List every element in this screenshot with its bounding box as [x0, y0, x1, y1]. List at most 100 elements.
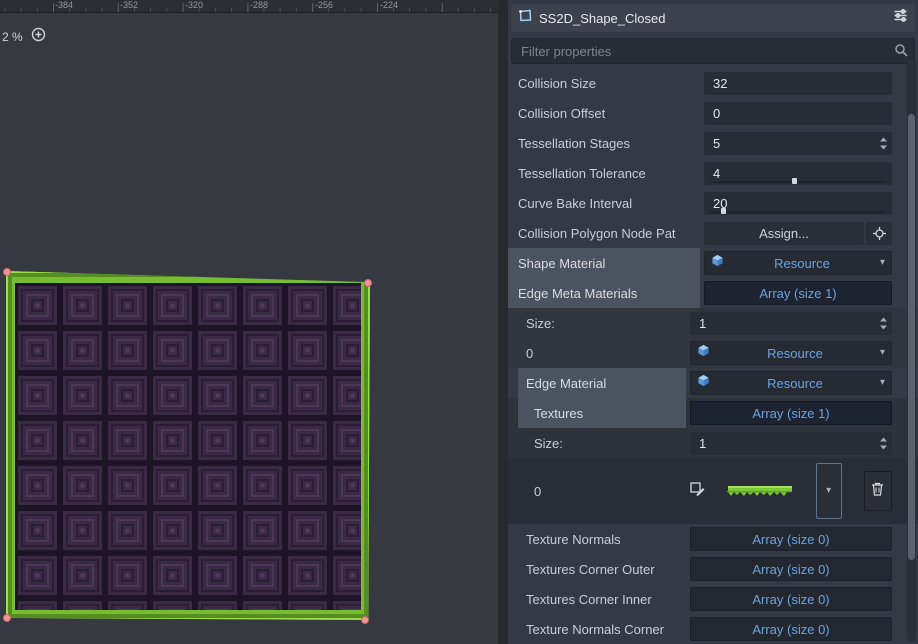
array-element-resource-dropdown[interactable]: Resource ▾ [690, 341, 892, 365]
grass-texture-thumbnail[interactable] [727, 485, 793, 498]
slider-track [710, 211, 886, 213]
ss2d-shape[interactable] [6, 271, 370, 620]
ruler-tick-label: -288 [250, 0, 268, 10]
tessellation-tolerance-slider[interactable]: 4 [704, 162, 892, 185]
property-row: Textures Corner Inner Array (size 0) [508, 584, 918, 614]
property-row: Texture Normals Corner Array (size 0) [508, 614, 918, 644]
slider-grabber[interactable] [792, 178, 797, 184]
property-row: Curve Bake Interval 20 [508, 188, 918, 218]
canvas-viewport[interactable]: -384 -352 -320 -288 -256 -224 2 % [0, 0, 498, 644]
inspector-object-title: SS2D_Shape_Closed [539, 11, 887, 26]
property-label: Curve Bake Interval [518, 196, 700, 211]
ruler-major-ticks [0, 3, 498, 12]
inspector-scrollbar-thumb[interactable] [908, 114, 915, 560]
property-label: Tessellation Stages [518, 136, 700, 151]
chevron-down-icon: ▾ [826, 486, 831, 496]
shape-handle-bottom-left[interactable] [3, 614, 11, 622]
ruler-tick-label: -352 [120, 0, 138, 10]
edit-resource-icon[interactable] [690, 481, 705, 501]
collision-offset-field[interactable]: 0 [704, 102, 892, 125]
property-label: Shape Material [508, 248, 700, 278]
zoom-percent[interactable]: 2 % [2, 30, 23, 44]
property-label: Collision Offset [518, 106, 700, 121]
filter-properties-input[interactable] [511, 38, 915, 64]
property-label: Textures Corner Inner [518, 592, 686, 607]
texture-normals-corner-array-button[interactable]: Array (size 0) [690, 617, 892, 641]
inspector-panel: SS2D_Shape_Closed Collision Size 32 Coll… [508, 0, 918, 644]
resource-label: Resource [715, 376, 875, 391]
godot-editor: -384 -352 -320 -288 -256 -224 2 % [0, 0, 918, 644]
slider-track [710, 181, 886, 183]
node-icon [518, 8, 533, 28]
ruler-tick-label: -320 [185, 0, 203, 10]
shape-handle-top-left[interactable] [3, 268, 11, 276]
chevron-down-icon: ▾ [880, 258, 885, 268]
field-value: 5 [713, 136, 720, 151]
edge-meta-materials-array-button[interactable]: Array (size 1) [704, 281, 892, 305]
pick-node-icon[interactable] [866, 222, 892, 245]
field-value: 4 [713, 166, 720, 181]
texture-element-row: 0 ▾ [508, 458, 918, 524]
chevron-down-icon: ▾ [880, 378, 885, 388]
shape-handle-top-right[interactable] [364, 279, 372, 287]
tessellation-stages-spinner[interactable]: 5 [704, 132, 892, 155]
textures-corner-outer-array-button[interactable]: Array (size 0) [690, 557, 892, 581]
property-label: 0 [518, 484, 686, 499]
resource-icon [711, 254, 724, 272]
property-row: Edge Material Resource ▾ [508, 368, 918, 398]
trash-icon [871, 482, 884, 501]
resource-icon [697, 374, 710, 392]
shape-tile-fill [15, 283, 361, 610]
textures-corner-inner-array-button[interactable]: Array (size 0) [690, 587, 892, 611]
property-row: Size: 1 [508, 428, 918, 458]
assign-nodepath-button[interactable]: Assign... [704, 222, 864, 245]
property-row: Edge Meta Materials Array (size 1) [508, 278, 918, 308]
property-row: Collision Polygon Node Pat Assign... [508, 218, 918, 248]
spinner-updown-icon[interactable] [879, 136, 888, 154]
property-label: Edge Material [518, 368, 686, 398]
ruler-top: -384 -352 -320 -288 -256 -224 [0, 0, 498, 13]
ruler-tick-label: -256 [315, 0, 333, 10]
curve-bake-interval-slider[interactable]: 20 [704, 192, 892, 215]
property-label: 0 [518, 346, 686, 361]
texture-dropdown-button[interactable]: ▾ [816, 463, 842, 519]
property-row: Textures Corner Outer Array (size 0) [508, 554, 918, 584]
property-row: Size: 1 [508, 308, 918, 338]
property-label: Collision Polygon Node Pat [518, 226, 700, 241]
resource-label: Resource [715, 346, 875, 361]
property-label: Texture Normals [518, 532, 686, 547]
field-value: 0 [713, 106, 720, 121]
array-size-spinner[interactable]: 1 [690, 432, 892, 455]
zoom-plus-icon[interactable] [31, 27, 46, 47]
edge-material-resource-dropdown[interactable]: Resource ▾ [690, 371, 892, 395]
property-row: Shape Material Resource ▾ [508, 248, 918, 278]
spinner-updown-icon[interactable] [879, 316, 888, 334]
property-label: Textures Corner Outer [518, 562, 686, 577]
resource-icon [697, 344, 710, 362]
panel-splitter[interactable] [498, 0, 508, 644]
property-row: Collision Size 32 [508, 68, 918, 98]
property-row: Textures Array (size 1) [508, 398, 918, 428]
textures-array-button[interactable]: Array (size 1) [690, 401, 892, 425]
property-label: Texture Normals Corner [518, 622, 686, 637]
inspector-scrollbar[interactable] [907, 60, 916, 642]
delete-texture-button[interactable] [864, 471, 892, 511]
spinner-updown-icon[interactable] [879, 436, 888, 454]
array-size-spinner[interactable]: 1 [690, 312, 892, 335]
filter-properties-bar [511, 38, 915, 64]
slider-grabber[interactable] [721, 208, 726, 214]
property-row: Collision Offset 0 [508, 98, 918, 128]
property-tools-icon[interactable] [893, 8, 908, 28]
shape-material-resource-dropdown[interactable]: Resource ▾ [704, 251, 892, 275]
inspector-object-header: SS2D_Shape_Closed [511, 4, 915, 32]
property-row: 0 Resource ▾ [508, 338, 918, 368]
property-label: Edge Meta Materials [508, 278, 700, 308]
property-label: Size: [518, 436, 686, 451]
property-row: Tessellation Stages 5 [508, 128, 918, 158]
shape-handle-bottom-right[interactable] [361, 616, 369, 624]
chevron-down-icon: ▾ [880, 348, 885, 358]
property-row: Tessellation Tolerance 4 [508, 158, 918, 188]
collision-size-field[interactable]: 32 [704, 72, 892, 95]
texture-normals-array-button[interactable]: Array (size 0) [690, 527, 892, 551]
property-list: Collision Size 32 Collision Offset 0 Tes… [508, 68, 918, 644]
